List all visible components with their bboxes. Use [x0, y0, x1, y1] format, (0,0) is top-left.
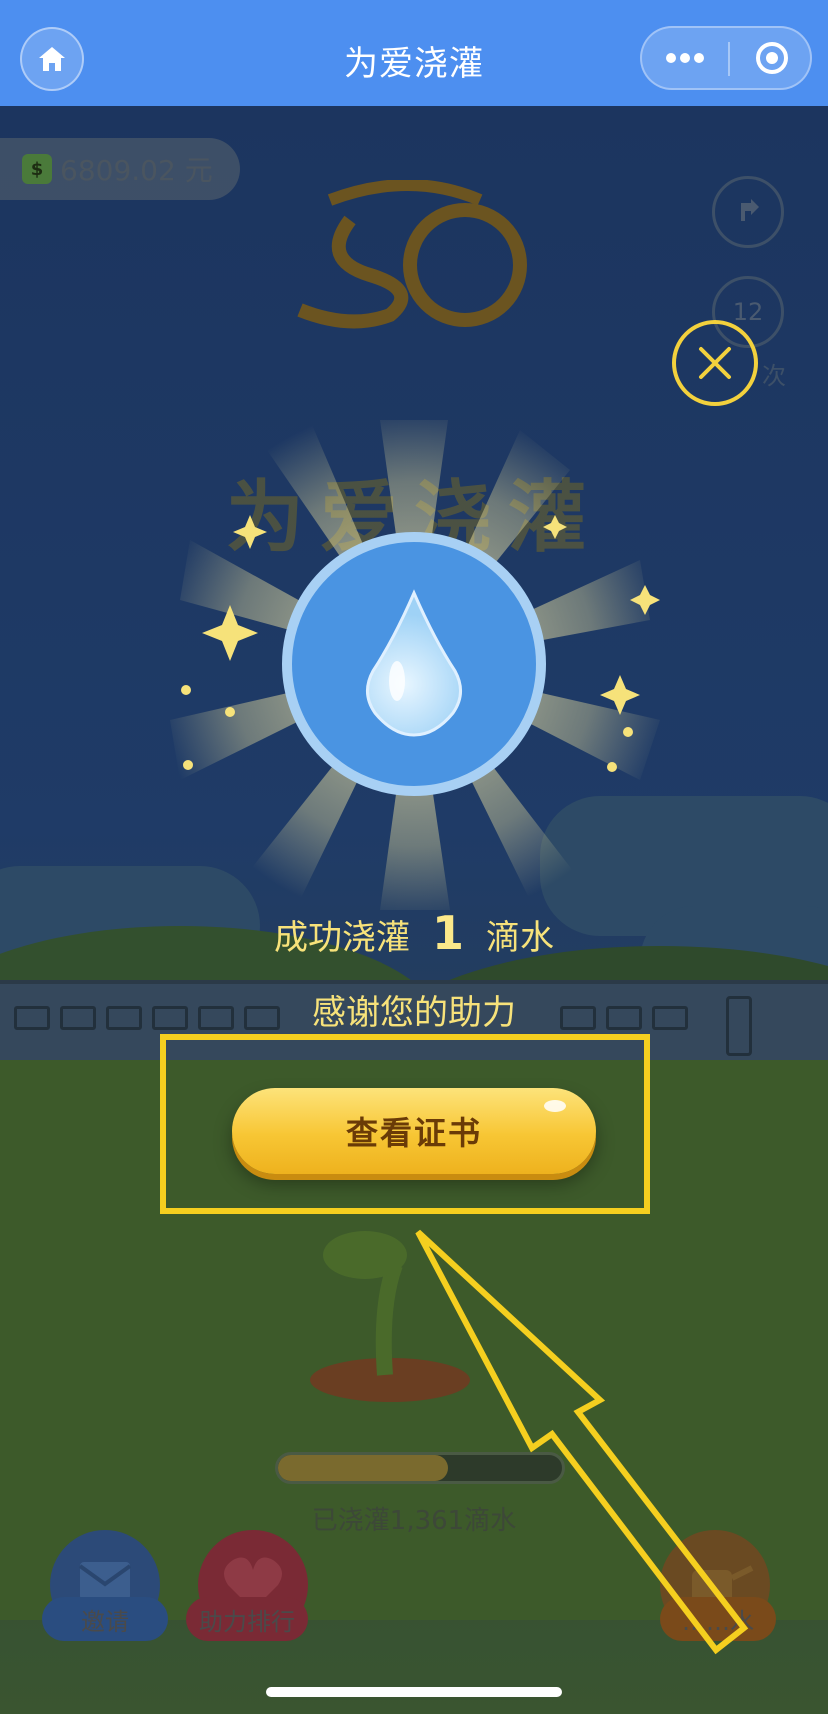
success-prefix: 成功浇灌 — [273, 918, 410, 958]
balance-amount: 6809.02 元 — [60, 154, 213, 187]
balance-badge: $ 6809.02 元 — [0, 138, 240, 200]
share-side-button[interactable] — [712, 176, 784, 248]
target-icon — [756, 42, 788, 74]
close-miniprogram-button[interactable] — [730, 28, 814, 88]
drop-count: 1 — [431, 906, 464, 960]
anniversary-50-logo — [297, 180, 527, 329]
progress-fill — [278, 1455, 449, 1481]
watering-progress-bar — [275, 1452, 565, 1484]
success-suffix: 滴水 — [486, 918, 554, 958]
invite-label[interactable]: 邀请 — [42, 1597, 168, 1641]
sapling-plant — [310, 1231, 470, 1402]
thanks-message: 感谢您的助力 — [312, 993, 516, 1033]
more-dots-icon — [666, 53, 704, 63]
watering-count: 12 — [732, 298, 764, 326]
close-icon — [699, 347, 731, 379]
water-drop-badge — [282, 532, 546, 796]
close-modal-button[interactable] — [672, 320, 758, 406]
ranking-label[interactable]: 助力排行 — [186, 1597, 308, 1641]
money-bag-icon: $ — [22, 154, 52, 184]
top-nav-bar: 为爱浇灌 — [0, 0, 828, 106]
water-drop-icon — [366, 589, 462, 737]
get-water-label[interactable]: ……水 — [660, 1597, 776, 1641]
success-message: 成功浇灌 1 滴水 — [0, 906, 828, 960]
watering-count-suffix: 次 — [762, 362, 786, 390]
highlight-annotation-box — [160, 1034, 650, 1214]
more-button[interactable] — [642, 28, 728, 88]
mini-program-capsule — [640, 26, 812, 90]
share-icon — [741, 199, 759, 221]
home-indicator — [266, 1687, 562, 1697]
